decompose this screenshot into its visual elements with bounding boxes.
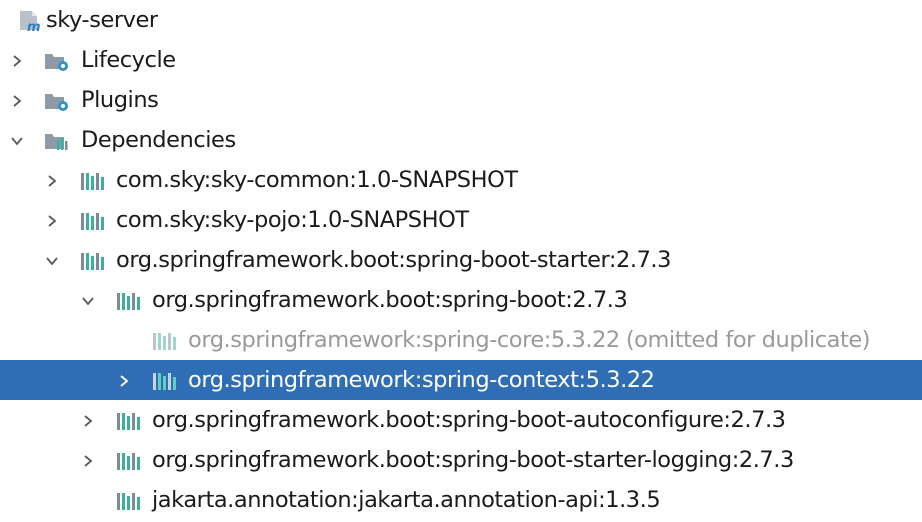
tree-node-label: org.springframework.boot:spring-boot-sta… bbox=[116, 247, 671, 273]
tree-node-dependency[interactable]: org.springframework.boot:spring-boot-aut… bbox=[0, 400, 922, 440]
tree-node-dependency[interactable]: jakarta.annotation:jakarta.annotation-ap… bbox=[0, 480, 922, 520]
chevron-right-icon[interactable] bbox=[81, 413, 95, 427]
tree-node-dependency-omitted[interactable]: org.springframework:spring-core:5.3.22 (o… bbox=[0, 320, 922, 360]
tree-node-label: com.sky:sky-pojo:1.0-SNAPSHOT bbox=[116, 207, 469, 233]
tree-node-label: org.springframework:spring-context:5.3.2… bbox=[188, 367, 655, 393]
chevron-down-icon[interactable] bbox=[10, 133, 24, 147]
svg-text:m: m bbox=[27, 20, 41, 32]
chevron-right-icon[interactable] bbox=[81, 453, 95, 467]
tree-node-label: org.springframework.boot:spring-boot-sta… bbox=[152, 447, 794, 473]
library-icon bbox=[152, 370, 178, 392]
chevron-down-icon[interactable] bbox=[81, 293, 95, 307]
chevron-right-icon[interactable] bbox=[10, 93, 24, 107]
library-icon bbox=[80, 210, 106, 232]
dependency-coordinates: org.springframework:spring-core:5.3.22 bbox=[188, 327, 620, 353]
chevron-right-icon[interactable] bbox=[45, 213, 59, 227]
chevron-right-icon[interactable] bbox=[117, 373, 131, 387]
chevron-right-icon[interactable] bbox=[10, 53, 24, 67]
tree-node-label: Dependencies bbox=[81, 127, 236, 153]
tree-node-label: org.springframework.boot:spring-boot:2.7… bbox=[152, 287, 628, 313]
maven-module-icon: m bbox=[18, 10, 44, 35]
chevron-right-icon[interactable] bbox=[45, 173, 59, 187]
tree-node-dependencies[interactable]: Dependencies bbox=[0, 120, 922, 160]
library-icon bbox=[116, 490, 142, 512]
tree-node-dependency[interactable]: com.sky:sky-pojo:1.0-SNAPSHOT bbox=[0, 200, 922, 240]
tree-node-dependency[interactable]: org.springframework.boot:spring-boot:2.7… bbox=[0, 280, 922, 320]
tree-node-dependency-selected[interactable]: org.springframework:spring-context:5.3.2… bbox=[0, 360, 922, 400]
tree-node-dependency[interactable]: com.sky:sky-common:1.0-SNAPSHOT bbox=[0, 160, 922, 200]
tree-node-root[interactable]: m sky-server bbox=[0, 0, 922, 40]
tree-node-label: Lifecycle bbox=[81, 47, 176, 73]
library-icon bbox=[116, 450, 142, 472]
tree-node-label: jakarta.annotation:jakarta.annotation-ap… bbox=[152, 487, 661, 513]
library-icon bbox=[116, 410, 142, 432]
tree-node-plugins[interactable]: Plugins bbox=[0, 80, 922, 120]
tree-node-label: Plugins bbox=[81, 87, 159, 113]
tree-node-label: org.springframework:spring-core:5.3.22 (o… bbox=[188, 320, 871, 360]
maven-tree: m sky-server Lifecycle Plugins Dependenc… bbox=[0, 0, 922, 522]
tree-node-dependency[interactable]: org.springframework.boot:spring-boot-sta… bbox=[0, 240, 922, 280]
library-icon bbox=[152, 330, 178, 352]
lifecycle-folder-icon bbox=[44, 50, 70, 72]
dependencies-folder-icon bbox=[44, 130, 70, 152]
tree-node-label: com.sky:sky-common:1.0-SNAPSHOT bbox=[116, 167, 518, 193]
tree-node-dependency[interactable]: org.springframework.boot:spring-boot-sta… bbox=[0, 440, 922, 480]
chevron-down-icon[interactable] bbox=[45, 253, 59, 267]
library-icon bbox=[80, 250, 106, 272]
tree-node-lifecycle[interactable]: Lifecycle bbox=[0, 40, 922, 80]
library-icon bbox=[116, 290, 142, 312]
tree-node-label: sky-server bbox=[46, 7, 158, 33]
tree-node-label: org.springframework.boot:spring-boot-aut… bbox=[152, 407, 786, 433]
library-icon bbox=[80, 170, 106, 192]
omitted-note: (omitted for duplicate) bbox=[625, 327, 871, 353]
plugins-folder-icon bbox=[44, 90, 70, 112]
